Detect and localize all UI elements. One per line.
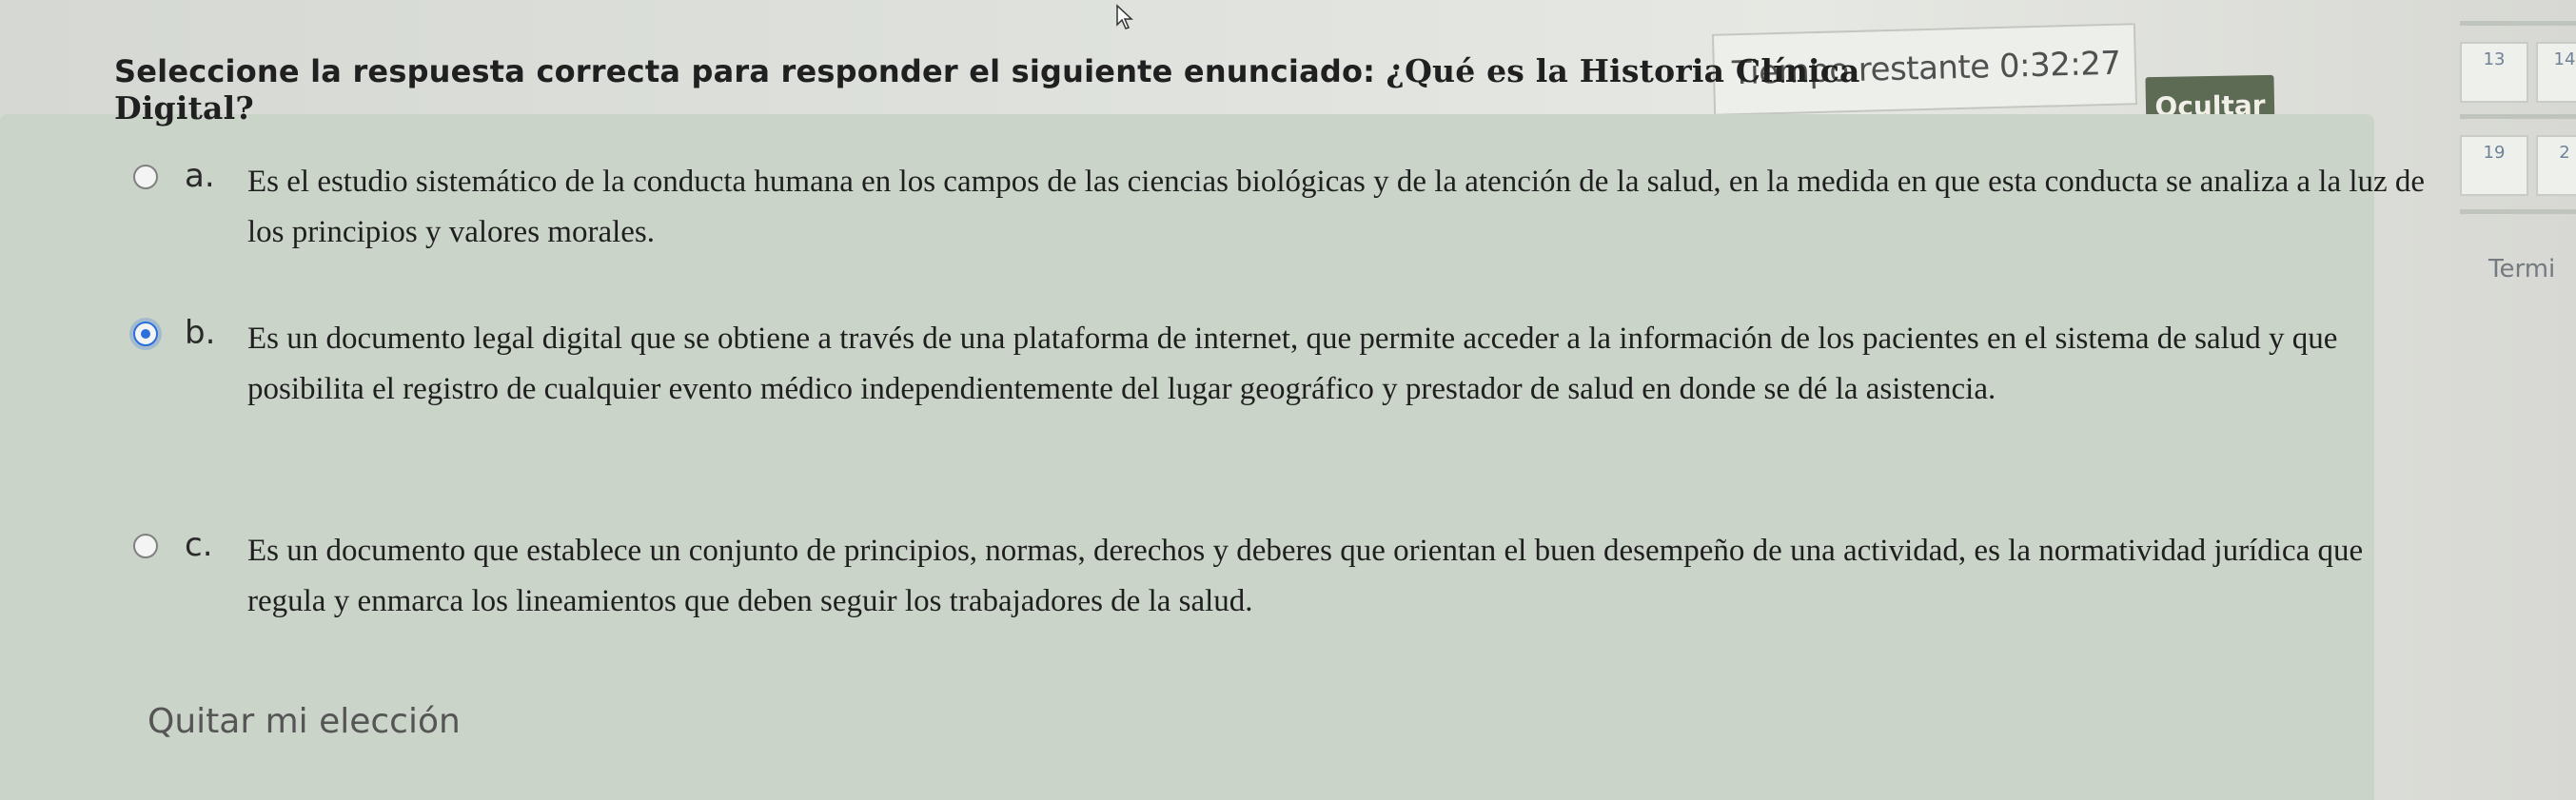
- quiz-nav-number: 13: [2483, 49, 2506, 69]
- answer-option-c[interactable]: c. Es un documento que establece un conj…: [133, 526, 2363, 640]
- option-text: Es el estudio sistemático de la conducta…: [247, 165, 2426, 249]
- option-letter: a.: [185, 157, 215, 195]
- mouse-cursor-icon: [1116, 4, 1133, 29]
- quiz-nav-divider: [2460, 209, 2576, 214]
- quiz-nav-cell-14[interactable]: 14: [2536, 42, 2576, 103]
- option-letter: c.: [185, 526, 213, 564]
- radio-button-b-selected[interactable]: [133, 322, 158, 346]
- quiz-nav-number: 19: [2483, 143, 2506, 163]
- quiz-nav-cell-13[interactable]: 13: [2460, 42, 2528, 103]
- answer-option-b[interactable]: b. Es un documento legal digital que se …: [133, 314, 2337, 476]
- option-text: Es un documento legal digital que se obt…: [247, 322, 2338, 406]
- quiz-nav-divider: [2460, 21, 2576, 26]
- quiz-nav-cell-19[interactable]: 19: [2460, 135, 2528, 196]
- clear-choice-link[interactable]: Quitar mi elección: [147, 702, 461, 741]
- quiz-nav-number: 2: [2559, 143, 2570, 163]
- option-letter: b.: [185, 314, 216, 352]
- quiz-nav-number: 14: [2553, 49, 2576, 69]
- question-prompt-lead: Seleccione la respuesta correcta para re…: [114, 53, 1376, 89]
- quiz-nav-cell-2[interactable]: 2: [2536, 135, 2576, 196]
- option-text: Es un documento que establece un conjunt…: [247, 534, 2364, 618]
- quiz-page: Tiempo restante 0:32:27 Ocultar 13 14 19…: [0, 0, 2576, 800]
- radio-button-a[interactable]: [133, 165, 158, 189]
- quiz-nav-divider: [2460, 114, 2576, 119]
- finish-attempt-link[interactable]: Termi: [2488, 255, 2555, 283]
- answer-option-a[interactable]: a. Es el estudio sistemático de la condu…: [133, 157, 2425, 262]
- question-prompt: Seleccione la respuesta correcta para re…: [114, 52, 1970, 127]
- radio-button-c[interactable]: [133, 534, 158, 558]
